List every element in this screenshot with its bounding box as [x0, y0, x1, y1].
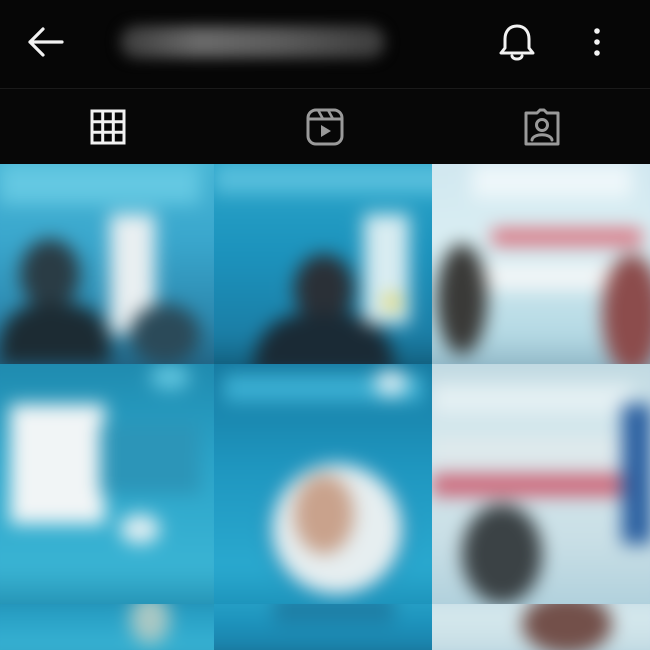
tagged-person-icon [524, 108, 560, 146]
grid-post-tile[interactable] [0, 604, 214, 650]
grid-icon [90, 109, 126, 145]
posts-grid [0, 164, 650, 650]
more-options-button[interactable] [580, 22, 614, 62]
grid-post-tile[interactable] [214, 164, 432, 364]
tab-reels[interactable] [217, 89, 434, 165]
back-button[interactable] [22, 22, 68, 62]
profile-username [120, 26, 385, 58]
grid-post-tile[interactable] [0, 364, 214, 604]
notifications-button[interactable] [493, 18, 541, 66]
grid-post-tile[interactable] [432, 364, 650, 604]
tab-posts-grid[interactable] [0, 89, 217, 165]
grid-post-tile[interactable] [432, 604, 650, 650]
more-vertical-icon [594, 28, 600, 56]
tab-tagged[interactable] [433, 89, 650, 165]
grid-post-tile[interactable] [214, 604, 432, 650]
grid-post-tile[interactable] [432, 164, 650, 364]
grid-post-tile[interactable] [214, 364, 432, 604]
grid-post-tile[interactable] [0, 164, 214, 364]
profile-tab-bar [0, 88, 650, 165]
arrow-left-icon [28, 27, 64, 57]
reels-icon [306, 108, 344, 146]
top-bar [0, 0, 650, 88]
bell-icon [499, 24, 535, 61]
